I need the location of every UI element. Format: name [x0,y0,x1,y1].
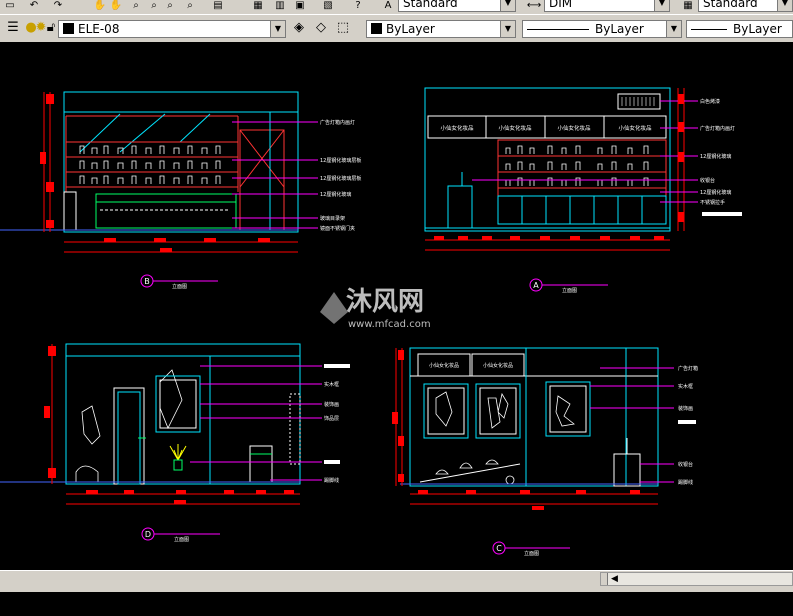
svg-text:12厘钢化玻璃: 12厘钢化玻璃 [320,191,351,198]
dim-style-icon[interactable]: ⟷ [526,0,542,12]
dim-style-select[interactable]: DIM ▼ [544,0,670,12]
svg-text:立面图: 立面图 [524,550,539,557]
pan-icon[interactable]: ✋ [92,0,108,12]
svg-text:立面图: 立面图 [562,287,577,294]
zoom-icon[interactable]: ⌕ [128,0,144,12]
svg-text:小仙女化妆品: 小仙女化妆品 [483,362,513,369]
command-area [0,592,793,616]
layers-toolbar: ☰ ● ✹ 🔓︎ ELE-08 ▼ ◈ ◇ ⬚ ByLayer ▼ ByLayer ▼… [0,14,793,44]
labels-c: 广告灯箱 实木框 装饰画 收银台 踢脚线 [678,365,698,486]
svg-text:广告灯箱内画灯: 广告灯箱内画灯 [700,125,735,132]
svg-text:白色烤漆: 白色烤漆 [700,98,720,105]
scroll-left-icon[interactable]: ◀ [611,573,618,585]
layer-previous-icon[interactable]: ◇ [312,19,330,37]
tool-palette-icon[interactable]: ▥ [272,0,288,12]
color-swatch [371,23,382,34]
svg-text:饰品层: 饰品层 [324,415,339,422]
svg-text:小仙女化妆品: 小仙女化妆品 [440,124,474,132]
view-marker-b: B 立面图 [140,274,218,290]
labels-a: 白色烤漆 广告灯箱内画灯 12厘钢化玻璃 收银台 12厘钢化玻璃 不锈钢拉手 [700,98,735,206]
svg-text:D: D [145,530,151,539]
svg-text:12厘钢化玻璃: 12厘钢化玻璃 [700,189,731,196]
label-d-placeholder-2 [324,460,340,464]
drawing-canvas[interactable]: 广告灯箱内画灯 12厘钢化玻璃层板 12厘钢化玻璃层板 12厘钢化玻璃 玻璃目录… [0,42,793,570]
svg-text:www.mfcad.com: www.mfcad.com [348,319,431,330]
svg-text:实木框: 实木框 [678,383,693,390]
svg-text:小仙女化妆品: 小仙女化妆品 [498,124,532,132]
label-a-placeholder [702,212,742,216]
panel-a-signs: 小仙女化妆品 小仙女化妆品 小仙女化妆品 小仙女化妆品 [440,124,652,132]
svg-text:立面图: 立面图 [174,536,189,543]
label-c-placeholder [678,420,696,424]
design-center-icon[interactable]: ▦ [250,0,266,12]
elevation-a [424,87,698,251]
watermark: 沐风网 www.mfcad.com [320,287,431,330]
svg-text:装饰画: 装饰画 [324,401,339,408]
svg-text:踢脚线: 踢脚线 [678,479,693,486]
svg-text:广告灯箱: 广告灯箱 [678,365,698,372]
linetype-select[interactable]: ByLayer ▼ [522,20,682,38]
make-current-icon[interactable]: ◈ [290,19,308,37]
table-style-icon[interactable]: ▦ [680,0,696,12]
help-icon[interactable]: ? [350,0,366,12]
svg-text:12厘钢化玻璃层板: 12厘钢化玻璃层板 [320,157,361,164]
watermark-logo-icon [320,292,348,324]
svg-text:小仙女化妆品: 小仙女化妆品 [557,124,591,132]
view-marker-d: D 立面图 [141,527,220,543]
table-style-select[interactable]: Standard ▼ [698,0,793,12]
zoom-extents-icon[interactable]: ⌕ [182,0,198,12]
layer-manager-icon[interactable]: ☰ [4,19,22,37]
new-icon[interactable]: ▭ [2,0,18,12]
svg-text:小仙女化妆品: 小仙女化妆品 [429,362,459,369]
scroll-thumb[interactable] [601,573,608,585]
view-marker-a: A 立面图 [529,278,608,294]
sheet-set-icon[interactable]: ▣ [292,0,308,12]
svg-text:立面图: 立面图 [172,283,187,290]
svg-text:小仙女化妆品: 小仙女化妆品 [618,124,652,132]
svg-text:实木框: 实木框 [324,381,339,388]
view-marker-c: C 立面图 [492,541,570,557]
cad-drawing: 广告灯箱内画灯 12厘钢化玻璃层板 12厘钢化玻璃层板 12厘钢化玻璃 玻璃目录… [0,87,742,557]
svg-text:B: B [144,277,150,286]
labels-d: 实木框 装饰画 饰品层 踢脚线 [324,381,339,484]
redo-icon[interactable]: ↷ [50,0,66,12]
layer-select[interactable]: ELE-08 ▼ [58,20,286,38]
text-style-icon[interactable]: A [380,0,396,12]
properties-icon[interactable]: ▤ [210,0,226,12]
color-select[interactable]: ByLayer ▼ [366,20,516,38]
pan-realtime-icon[interactable]: ✋ [108,0,124,12]
label-d-placeholder [324,364,350,368]
svg-text:踢脚线: 踢脚线 [324,477,339,484]
dims-d [44,346,294,504]
standard-toolbar: ▭ ↶ ↷ ✋ ✋ ⌕ ⌕ ⌕ ⌕ ▤ ▦ ▥ ▣ ▧ ? A Standard… [0,0,793,15]
svg-text:不锈钢拉手: 不锈钢拉手 [700,199,725,206]
svg-text:A: A [533,281,539,290]
svg-text:收银台: 收银台 [678,461,693,468]
elevation-c [395,347,674,505]
svg-text:12厘钢化玻璃: 12厘钢化玻璃 [700,153,731,160]
lineweight-select[interactable]: ByLayer [686,20,793,38]
horizontal-scrollbar[interactable]: ◀ [600,572,793,586]
markup-icon[interactable]: ▧ [320,0,336,12]
svg-text:沐风网: 沐风网 [346,287,424,317]
svg-text:镜面不锈钢门夹: 镜面不锈钢门夹 [320,225,355,232]
svg-text:装饰画: 装饰画 [678,405,693,412]
svg-text:12厘钢化玻璃层板: 12厘钢化玻璃层板 [320,175,361,182]
layer-states-icon[interactable]: ⬚ [334,19,352,37]
text-style-select[interactable]: Standard ▼ [398,0,516,12]
elevation-d [0,343,322,505]
zoom-window-icon[interactable]: ⌕ [146,0,162,12]
svg-text:广告灯箱内画灯: 广告灯箱内画灯 [320,119,355,126]
layer-color-swatch [63,23,74,34]
svg-text:收银台: 收银台 [700,177,715,184]
svg-text:玻璃目录架: 玻璃目录架 [320,215,345,222]
undo-icon[interactable]: ↶ [26,0,42,12]
panel-c-signs: 小仙女化妆品 小仙女化妆品 [429,362,513,369]
labels-b: 广告灯箱内画灯 12厘钢化玻璃层板 12厘钢化玻璃层板 12厘钢化玻璃 玻璃目录… [320,119,361,232]
svg-text:C: C [496,544,502,553]
zoom-previous-icon[interactable]: ⌕ [162,0,178,12]
